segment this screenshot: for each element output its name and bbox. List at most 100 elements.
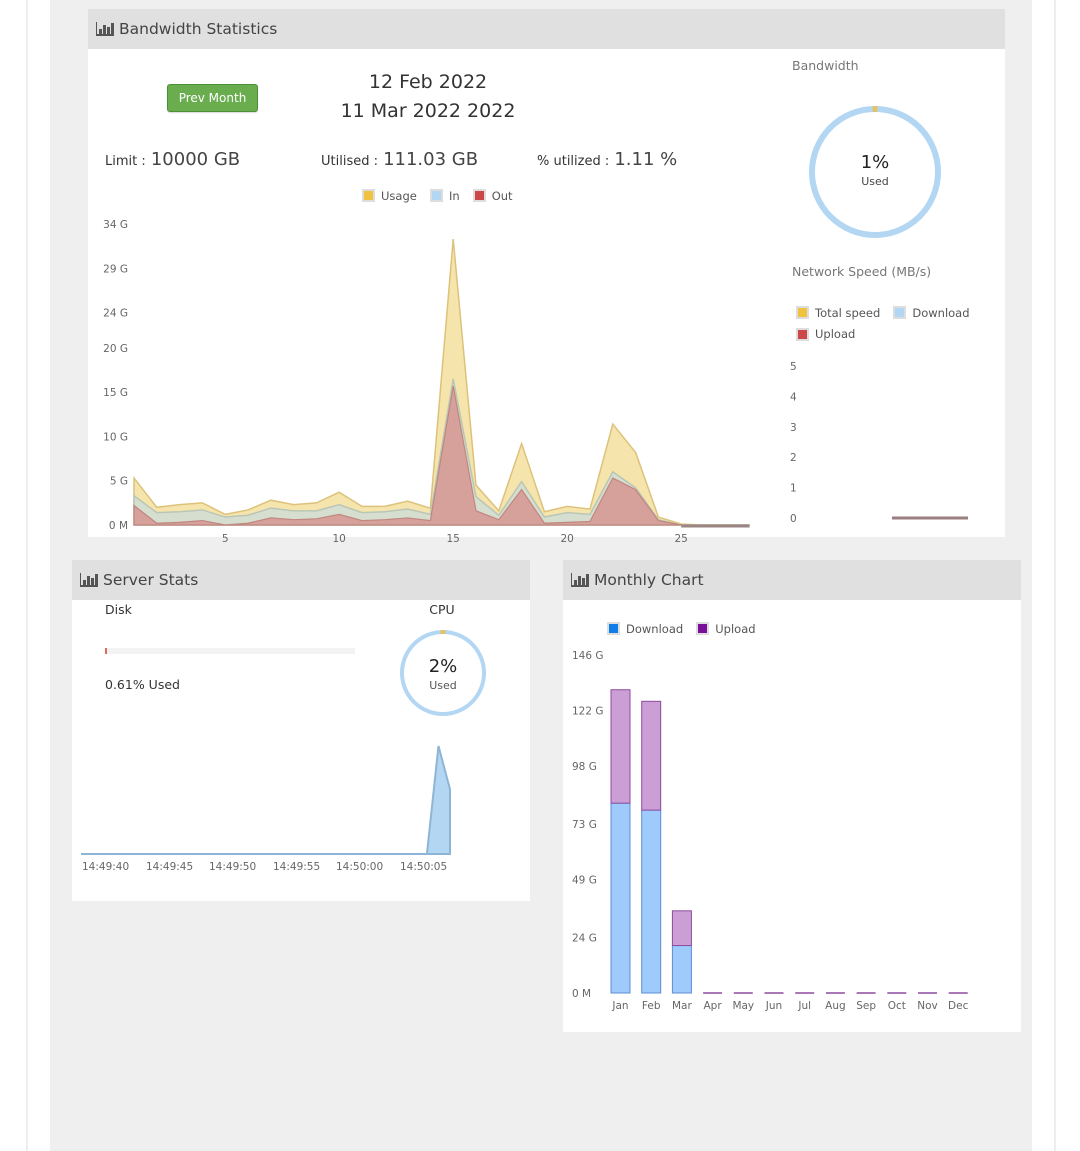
x-tick-label: 14:49:55 bbox=[273, 861, 320, 873]
bandwidth-panel-header: Bandwidth Statistics bbox=[88, 9, 1005, 49]
y-tick-label: 4 bbox=[790, 391, 797, 403]
y-tick-label: 0 M bbox=[109, 520, 128, 532]
prev-month-button[interactable]: Prev Month bbox=[167, 84, 258, 112]
y-tick-label: 1 bbox=[790, 483, 797, 495]
y-tick-label: 0 M bbox=[572, 988, 591, 1000]
x-tick-label: 14:49:40 bbox=[82, 861, 129, 873]
date-from: 12 Feb 2022 bbox=[368, 71, 488, 93]
network-speed-title: Network Speed (MB/s) bbox=[792, 264, 932, 279]
legend-swatch-in bbox=[429, 189, 443, 202]
y-tick-label: 122 G bbox=[572, 706, 604, 718]
legend-swatch-upload bbox=[696, 622, 710, 635]
x-tick-label: Jan bbox=[611, 1000, 628, 1012]
y-tick-label: 49 G bbox=[572, 875, 597, 887]
legend-out[interactable]: Out bbox=[472, 189, 513, 203]
x-tick-label: 10 bbox=[333, 533, 346, 544]
x-tick-label: 5 bbox=[222, 533, 229, 544]
y-tick-label: 24 G bbox=[572, 932, 597, 944]
x-tick-label: 14:49:50 bbox=[209, 861, 256, 873]
disk-used-text: 0.61% Used bbox=[105, 677, 180, 692]
bandwidth-donut-title: Bandwidth bbox=[792, 58, 859, 73]
download-bar bbox=[610, 802, 631, 994]
monthly-legend: Download Upload bbox=[607, 620, 764, 639]
x-tick-label: Sep bbox=[856, 1000, 876, 1012]
legend-swatch-out bbox=[472, 189, 486, 202]
y-tick-label: 73 G bbox=[572, 819, 597, 831]
x-tick-label: Dec bbox=[948, 1000, 969, 1012]
network-speed-chart: 0 1 2 3 4 5 bbox=[790, 361, 968, 525]
panel-title: Server Stats bbox=[103, 571, 199, 589]
cpu-percent: 2% bbox=[428, 656, 458, 677]
x-tick-label: 14:50:05 bbox=[400, 861, 447, 873]
x-tick-label: 25 bbox=[675, 533, 688, 544]
x-tick-label: 14:49:45 bbox=[146, 861, 193, 873]
upload-bar bbox=[641, 700, 662, 811]
cpu-history-chart: 14:49:40 14:49:45 14:49:50 14:49:55 14:50:00… bbox=[81, 745, 451, 873]
y-tick-label: 15 G bbox=[103, 387, 128, 399]
percent-value: 1.11 % bbox=[614, 149, 678, 170]
legend-upload[interactable]: Upload bbox=[696, 622, 756, 636]
y-tick-label: 3 bbox=[790, 422, 797, 434]
x-tick-label: Aug bbox=[825, 1000, 846, 1012]
y-tick-label: 20 G bbox=[103, 343, 128, 355]
cpu-donut-center: 2% Used bbox=[403, 656, 483, 692]
legend-upload[interactable]: Upload bbox=[796, 327, 855, 341]
server-stats-header: Server Stats bbox=[72, 560, 530, 600]
x-tick-label: 14:50:00 bbox=[336, 861, 383, 873]
y-tick-label: 34 G bbox=[103, 219, 128, 231]
date-to: 11 Mar 2022 2022 bbox=[340, 100, 516, 122]
percent-label: % utilized : bbox=[537, 154, 610, 169]
upload-bar bbox=[671, 910, 692, 947]
x-tick-label: 15 bbox=[447, 533, 460, 544]
disk-progress-fill bbox=[105, 648, 107, 654]
download-bar bbox=[671, 945, 692, 994]
legend-swatch-download bbox=[893, 306, 907, 319]
y-tick-label: 5 G bbox=[110, 476, 128, 488]
legend-download[interactable]: Download bbox=[893, 306, 970, 320]
x-tick-label: Mar bbox=[672, 1000, 692, 1012]
y-tick-label: 0 bbox=[790, 513, 797, 525]
y-tick-label: 5 bbox=[790, 361, 797, 373]
cpu-area bbox=[81, 745, 451, 855]
legend-total-speed[interactable]: Total speed bbox=[796, 306, 880, 320]
bar-chart-icon bbox=[96, 22, 114, 36]
y-tick-label: 146 G bbox=[572, 650, 604, 662]
disk-progress-track bbox=[105, 648, 355, 654]
x-tick-label: Apr bbox=[704, 1000, 723, 1012]
monthly-chart-panel: Monthly Chart Download Upload 0 M 24 G 49 … bbox=[563, 560, 1021, 1032]
legend-in[interactable]: In bbox=[429, 189, 460, 203]
legend-swatch-usage bbox=[362, 189, 375, 202]
y-tick-label: 29 G bbox=[103, 263, 128, 275]
bar-chart-icon bbox=[80, 573, 98, 587]
monthly-chart-header: Monthly Chart bbox=[563, 560, 1021, 600]
download-bar bbox=[641, 809, 662, 994]
bar-chart-icon bbox=[571, 573, 589, 587]
legend-usage[interactable]: Usage bbox=[362, 189, 417, 203]
bandwidth-donut-percent: 1% bbox=[860, 152, 890, 173]
x-tick-label: Jul bbox=[797, 1000, 811, 1012]
legend-swatch-upload bbox=[796, 327, 809, 341]
x-tick-label: May bbox=[732, 1000, 754, 1012]
panel-title: Monthly Chart bbox=[594, 571, 704, 589]
y-tick-label: 10 G bbox=[103, 431, 128, 443]
cpu-label: CPU bbox=[429, 602, 455, 617]
x-tick-label: Jun bbox=[765, 1000, 782, 1012]
y-tick-label: 98 G bbox=[572, 761, 597, 773]
monthly-bar-chart: 0 M 24 G 49 G 73 G 98 G 122 G 146 G Jan Feb Mar Ap… bbox=[572, 650, 969, 1012]
server-stats-panel: Server Stats Disk 0.61% Used CPU 2% Used… bbox=[72, 560, 530, 901]
y-tick-label: 2 bbox=[790, 452, 797, 464]
legend-download[interactable]: Download bbox=[607, 622, 683, 636]
y-tick-label: 24 G bbox=[103, 308, 128, 320]
limit-stat: Limit : 10000 GB bbox=[105, 149, 240, 170]
utilised-label: Utilised : bbox=[321, 154, 378, 169]
utilised-stat: Utilised : 111.03 GB bbox=[321, 149, 478, 170]
cpu-sub: Used bbox=[429, 679, 457, 692]
bandwidth-panel: Bandwidth Statistics Prev Month 12 Feb 2… bbox=[88, 9, 1005, 544]
limit-value: 10000 GB bbox=[150, 149, 241, 170]
legend-swatch-download bbox=[607, 622, 620, 635]
upload-bar bbox=[610, 689, 631, 804]
x-tick-label: Feb bbox=[642, 1000, 661, 1012]
x-tick-label: Oct bbox=[888, 1000, 906, 1012]
panel-title: Bandwidth Statistics bbox=[119, 20, 278, 38]
legend-swatch-total-speed bbox=[796, 306, 809, 319]
